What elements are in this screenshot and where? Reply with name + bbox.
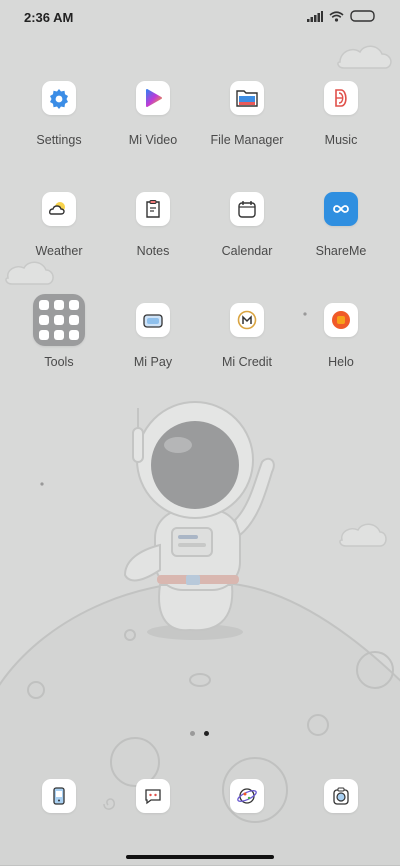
signal-icon [307,10,323,22]
page-dot-1[interactable] [190,731,195,736]
notes-icon [136,192,170,226]
app-music[interactable]: Music [294,81,388,147]
app-label: Mi Video [128,133,178,147]
app-shareme[interactable]: ShareMe [294,192,388,258]
app-label: Helo [328,355,354,369]
calendar-icon [230,192,264,226]
shareme-icon [324,192,358,226]
app-helo[interactable]: Helo [294,303,388,369]
app-label: Calendar [221,244,273,258]
app-label: Settings [36,133,82,147]
dock-messages[interactable] [106,779,200,813]
dock-camera[interactable] [294,779,388,813]
settings-icon [42,81,76,115]
helo-icon [324,303,358,337]
tools-folder-icon [33,294,85,346]
app-mi-credit[interactable]: Mi Credit [200,303,294,369]
app-mi-video[interactable]: Mi Video [106,81,200,147]
app-calendar[interactable]: Calendar [200,192,294,258]
weather-icon [42,192,76,226]
app-label: Mi Credit [221,355,272,369]
app-label: Tools [44,355,74,369]
status-time: 2:36 AM [24,10,74,25]
app-label: Notes [136,244,170,258]
music-icon [324,81,358,115]
status-bar: 2:36 AM [0,0,400,36]
folder-tools[interactable]: Tools [12,294,106,369]
folder-icon [230,81,264,115]
browser-icon [230,779,264,813]
page-dot-2-active[interactable] [204,731,209,736]
battery-icon [350,10,375,22]
app-label: Music [324,133,358,147]
app-label: Mi Pay [133,355,173,369]
app-file-manager[interactable]: File Manager [200,81,294,147]
app-notes[interactable]: Notes [106,192,200,258]
messages-icon [136,779,170,813]
app-mi-pay[interactable]: Mi Pay [106,303,200,369]
wifi-icon [329,10,344,22]
app-label: Weather [35,244,83,258]
mi-credit-icon [230,303,264,337]
app-label: ShareMe [315,244,367,258]
dock-browser[interactable] [200,779,294,813]
camera-icon [324,779,358,813]
app-settings[interactable]: Settings [12,81,106,147]
wallet-icon [136,303,170,337]
play-icon [136,81,170,115]
home-indicator[interactable] [126,855,274,859]
app-label: File Manager [210,133,284,147]
phone-icon [42,779,76,813]
app-weather[interactable]: Weather [12,192,106,258]
dock-phone[interactable] [12,779,106,813]
